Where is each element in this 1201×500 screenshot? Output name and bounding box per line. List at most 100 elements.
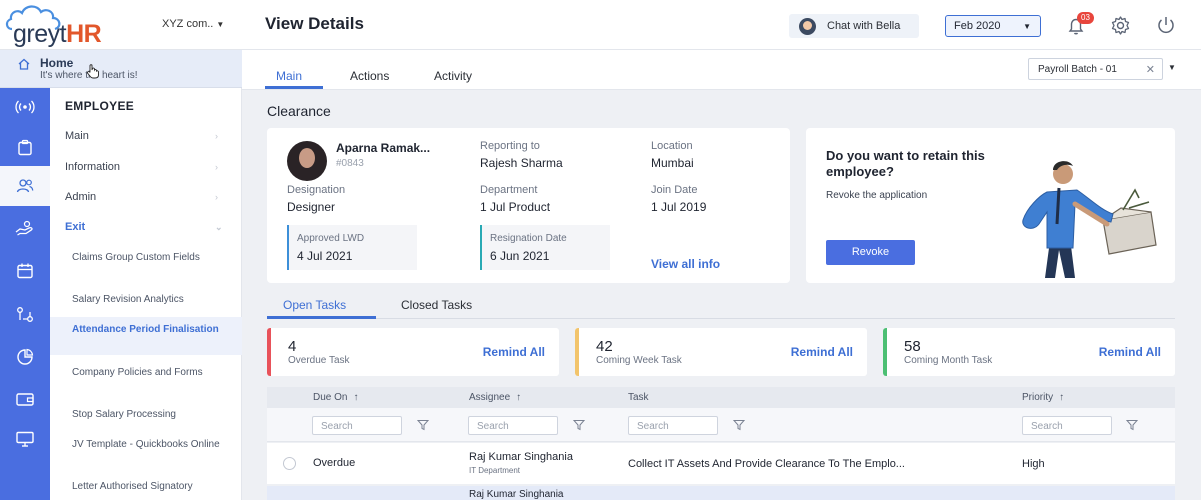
clear-icon[interactable]: ✕ <box>1146 63 1155 76</box>
view-all-info-link[interactable]: View all info <box>651 257 720 271</box>
designation-value: Designer <box>287 200 336 214</box>
filter-icon[interactable] <box>417 419 429 431</box>
home-icon <box>18 58 30 70</box>
tab-closed-tasks[interactable]: Closed Tasks <box>401 298 472 312</box>
monitor-icon[interactable] <box>15 430 35 448</box>
home-label: Home <box>40 56 74 70</box>
people-icon[interactable] <box>15 177 35 195</box>
tab-main[interactable]: Main <box>276 69 302 83</box>
section-title: Clearance <box>267 103 331 119</box>
subnav-item-exit[interactable]: Exit ⌄ <box>65 221 223 233</box>
employee-id: #0843 <box>336 158 364 169</box>
notification-badge: 03 <box>1077 12 1094 24</box>
subnav-link-letter-signatory[interactable]: Letter Authorised Signatory <box>72 481 222 493</box>
row-assignee: Raj Kumar Singhania <box>469 451 573 463</box>
clipboard-icon[interactable] <box>16 139 34 157</box>
subnav-item-information[interactable]: Information › <box>65 161 218 173</box>
chat-label: Chat with Bella <box>827 20 901 32</box>
chevron-down-icon: ▼ <box>1023 22 1031 31</box>
hand-cursor-icon <box>86 64 99 79</box>
filter-icon[interactable] <box>573 419 585 431</box>
hand-coin-icon[interactable] <box>14 220 36 238</box>
join-date-value: 1 Jul 2019 <box>651 200 707 214</box>
remind-all-week-button[interactable]: Remind All <box>791 345 853 359</box>
company-switcher[interactable]: XYZ com.. ▼ <box>162 18 224 30</box>
column-task[interactable]: Task <box>628 392 649 403</box>
join-date-label: Join Date <box>651 184 698 196</box>
column-priority[interactable]: Priority ↑ <box>1022 392 1064 403</box>
remind-all-overdue-button[interactable]: Remind All <box>483 345 545 359</box>
priority-search-input[interactable]: Search <box>1022 416 1112 435</box>
coming-week-task-card: 42 Coming Week Task Remind All <box>575 328 867 376</box>
revoke-button[interactable]: Revoke <box>826 240 915 265</box>
sort-arrow-icon: ↑ <box>516 392 522 403</box>
approved-lwd-value: 4 Jul 2021 <box>297 249 353 263</box>
coming-month-color-bar <box>883 328 887 376</box>
table-row[interactable]: Raj Kumar Singhania <box>267 486 1175 500</box>
pie-chart-icon[interactable] <box>16 348 34 366</box>
approved-lwd-label: Approved LWD <box>297 233 365 244</box>
tab-actions[interactable]: Actions <box>350 69 389 83</box>
table-row[interactable]: Overdue Raj Kumar Singhania IT Departmen… <box>267 443 1175 484</box>
active-tab-indicator <box>265 86 323 89</box>
chevron-down-icon: ⌄ <box>215 222 223 232</box>
department-label: Department <box>480 184 538 196</box>
row-assignee: Raj Kumar Singhania <box>469 489 564 500</box>
task-table-header: Due On ↑ Assignee ↑ Task Priority ↑ <box>267 387 1175 408</box>
assignee-search-input[interactable]: Search <box>468 416 558 435</box>
subnav-item-main[interactable]: Main › <box>65 130 218 142</box>
calendar-icon[interactable] <box>16 262 34 280</box>
power-icon[interactable] <box>1155 14 1177 36</box>
coming-month-task-card: 58 Coming Month Task Remind All <box>883 328 1175 376</box>
broadcast-icon[interactable] <box>15 97 35 117</box>
subnav-link-company-policies[interactable]: Company Policies and Forms <box>72 367 222 379</box>
man-carrying-box-illustration <box>1022 161 1157 278</box>
due-on-search-input[interactable]: Search <box>312 416 402 435</box>
employee-name: Aparna Ramak... <box>336 141 431 155</box>
resignation-date-label: Resignation Date <box>490 233 567 244</box>
tab-activity[interactable]: Activity <box>434 69 472 83</box>
row-task: Collect IT Assets And Provide Clearance … <box>628 458 905 470</box>
reporting-to-label: Reporting to <box>480 140 540 152</box>
chevron-right-icon: › <box>215 192 218 202</box>
chat-with-bella-button[interactable]: Chat with Bella <box>789 14 919 38</box>
employee-avatar <box>287 141 327 181</box>
retain-employee-card: Do you want to retain this employee? Rev… <box>806 128 1175 283</box>
subnav-link-claims-group[interactable]: Claims Group Custom Fields <box>72 252 222 264</box>
row-select-radio[interactable] <box>283 457 296 470</box>
overdue-count: 4 <box>288 338 297 355</box>
gear-icon[interactable] <box>1110 15 1131 36</box>
workflow-icon[interactable] <box>15 306 35 324</box>
filter-icon[interactable] <box>733 419 745 431</box>
coming-month-count: 58 <box>904 338 921 355</box>
subnav-link-salary-revision[interactable]: Salary Revision Analytics <box>72 294 222 306</box>
payroll-batch-select[interactable]: Payroll Batch - 01 ✕ <box>1028 58 1163 80</box>
chevron-down-icon[interactable]: ▼ <box>1168 63 1176 72</box>
filter-icon[interactable] <box>1126 419 1138 431</box>
greythr-logo[interactable]: greytHR <box>0 3 155 48</box>
subnav-link-jv-template[interactable]: JV Template - Quickbooks Online <box>72 439 222 451</box>
remind-all-month-button[interactable]: Remind All <box>1099 345 1161 359</box>
bella-avatar-icon <box>799 17 816 35</box>
location-value: Mumbai <box>651 156 694 170</box>
subnav-item-admin[interactable]: Admin › <box>65 191 218 203</box>
subnav-link-stop-salary[interactable]: Stop Salary Processing <box>72 409 222 421</box>
resignation-date-box: Resignation Date 6 Jun 2021 <box>480 225 610 270</box>
row-department: IT Department <box>469 466 520 475</box>
sort-arrow-icon: ↑ <box>353 392 359 403</box>
brand-name: greytHR <box>13 20 102 48</box>
coming-week-label: Coming Week Task <box>596 355 682 366</box>
home-nav[interactable]: Home It's where the heart is! <box>0 50 242 88</box>
coming-month-label: Coming Month Task <box>904 355 993 366</box>
wallet-icon[interactable] <box>15 390 35 408</box>
reporting-to-value: Rajesh Sharma <box>480 156 563 170</box>
subnav-link-attendance-period[interactable]: Attendance Period Finalisation <box>72 324 222 336</box>
row-due-on: Overdue <box>313 457 356 469</box>
task-search-input[interactable]: Search <box>628 416 718 435</box>
column-assignee[interactable]: Assignee ↑ <box>469 392 521 403</box>
active-task-tab-indicator <box>267 316 376 319</box>
tab-open-tasks[interactable]: Open Tasks <box>283 298 346 312</box>
period-select[interactable]: Feb 2020 ▼ <box>945 15 1041 37</box>
column-due-on[interactable]: Due On ↑ <box>313 392 358 403</box>
subnav-section-title: EMPLOYEE <box>65 99 135 113</box>
